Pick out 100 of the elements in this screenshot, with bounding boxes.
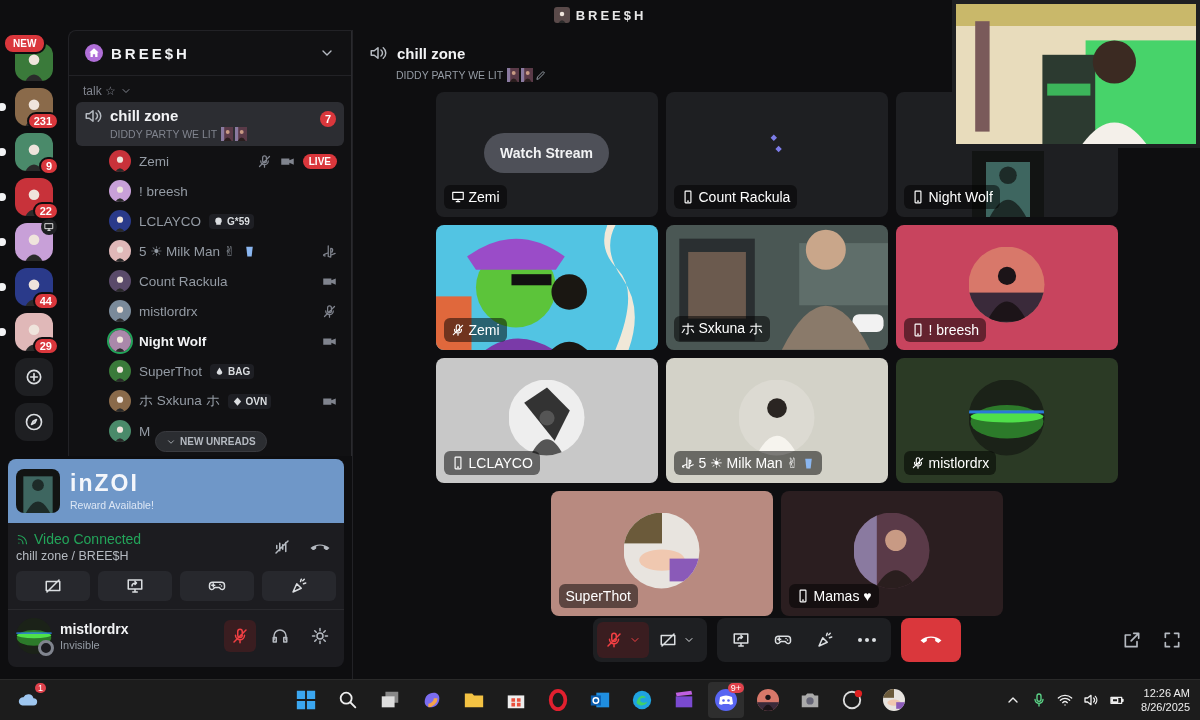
participant-name: ホ Sxkuna ホ [680,320,763,338]
window-title: BREE$H [575,7,647,23]
video-tile[interactable]: ! breesh [895,225,1118,350]
mute-button[interactable] [224,620,256,652]
video-tile[interactable]: ホ Sxkuna ホ [665,225,888,350]
new-unreads-button[interactable]: NEW UNREADS [155,431,267,452]
video-tile[interactable]: Count Rackula [665,92,888,217]
app-icon[interactable]: 9+ [708,682,744,718]
member-name[interactable]: mistlordrx [139,303,198,319]
unread-badge: 7 [320,111,336,127]
party-horn-icon [815,631,834,649]
role-tag: G*59 [209,213,254,229]
compass-icon [24,412,44,432]
member-name[interactable]: SuperThot [139,363,203,379]
voice-location[interactable]: chill zone / BREE$H [16,549,142,563]
house-icon [87,46,101,60]
role-tag: OVN [227,393,272,409]
circle-icon [841,689,863,711]
sound-waves-off-icon [273,538,291,556]
notification-badge: 1 [35,683,46,693]
promo-title: inZOI [70,471,140,495]
volume-icon [1083,692,1100,708]
notification-badge: 9+ [727,683,744,693]
speaker-icon [369,44,387,62]
camera-off-icon [658,631,677,649]
share-screen-button[interactable] [98,571,172,601]
server-name: BREE$H [111,44,190,62]
member-name[interactable]: LCLAYCO [139,213,202,229]
more-icon [857,638,876,642]
clock-date: 8/26/2025 [1141,701,1190,713]
category-label: talk ☆ [83,84,116,98]
member-name[interactable]: M [139,423,151,439]
promo-subtitle: Reward Available! [70,498,154,511]
headphones-icon [271,627,289,645]
speaker-icon [84,107,102,125]
member-name[interactable]: 5 ☀ Milk Man ✌ [139,243,236,259]
participant-name: Count Rackula [698,189,791,205]
live-badge: LIVE [302,153,337,169]
hang-up-icon [919,636,942,644]
console-icon [680,456,695,470]
channel-title: chill zone [397,44,466,62]
watch-stream-button[interactable]: Watch Stream [484,132,609,173]
disconnect-button[interactable] [900,618,961,662]
screen-share-icon [126,577,144,595]
skull-icon [213,215,225,227]
user-status: Invisible [60,639,101,651]
fullscreen-icon [1162,630,1182,650]
participant-name: SuperThot [565,588,631,604]
user-name: mistlordrx [60,621,129,637]
member-name[interactable]: Count Rackula [139,273,228,289]
camera-button[interactable] [16,571,90,601]
member-name[interactable]: Zemi [139,153,169,169]
participant-name: Zemi [468,322,500,338]
member-name[interactable]: ! breesh [139,183,188,199]
mute-button[interactable] [596,622,649,658]
video-tile[interactable]: Mamas ♥ [780,491,1003,616]
count-badge: 29 [32,337,59,355]
plus-icon [24,367,44,387]
camera-off-icon [44,577,62,595]
wifi-icon [1057,692,1074,708]
member-name[interactable]: Night Wolf [139,333,207,349]
connection-status: Video Connected [34,531,142,547]
participant-name: 5 ☀ Milk Man ✌ [698,455,799,471]
channel-name: chill zone [110,107,180,124]
discover-button[interactable] [15,403,53,441]
video-tile[interactable]: LCLAYCO [435,358,658,483]
video-tile[interactable]: Zemi [435,225,658,350]
video-tile[interactable]: mistlordrx [895,358,1118,483]
participant-name: Night Wolf [928,189,993,205]
count-badge: 44 [32,292,59,310]
status-indicator [38,640,54,656]
channel-status: DIDDY PARTY WE LIT [110,128,218,140]
add-server-button[interactable] [15,358,53,396]
role-tag: BAG [210,363,255,379]
clock-time: 12:26 AM [1143,687,1190,699]
mic-off-icon [450,323,465,337]
participant-name: Mamas ♥ [813,588,872,604]
member-name[interactable]: ホ Sxkuna ホ [139,392,220,410]
count-badge: 22 [32,202,59,220]
soundboard-button[interactable] [262,571,336,601]
participant-name: ! breesh [928,322,980,338]
mic-off-icon [604,631,623,649]
mic-off-icon [910,456,925,470]
search-icon [337,689,359,711]
pop-out-icon [1122,630,1142,650]
weather-widget[interactable]: 1 [10,682,46,718]
hang-up-icon [310,543,330,551]
swirl-icon [631,689,653,711]
participant-name: Zemi [468,189,500,205]
pencil-icon [535,69,548,81]
participant-name: mistlordrx [928,455,990,471]
signal-icon [16,532,30,546]
monitor-icon [450,190,465,204]
video-tile[interactable]: SuperThot [550,491,773,616]
activity-button[interactable] [180,571,254,601]
windows-logo-icon [295,689,317,711]
video-tile[interactable]: 5 ☀ Milk Man ✌ [665,358,888,483]
participant-name: LCLAYCO [468,455,533,471]
video-tile[interactable]: Watch Stream Zemi [435,92,658,217]
screen-share-icon [731,631,750,649]
